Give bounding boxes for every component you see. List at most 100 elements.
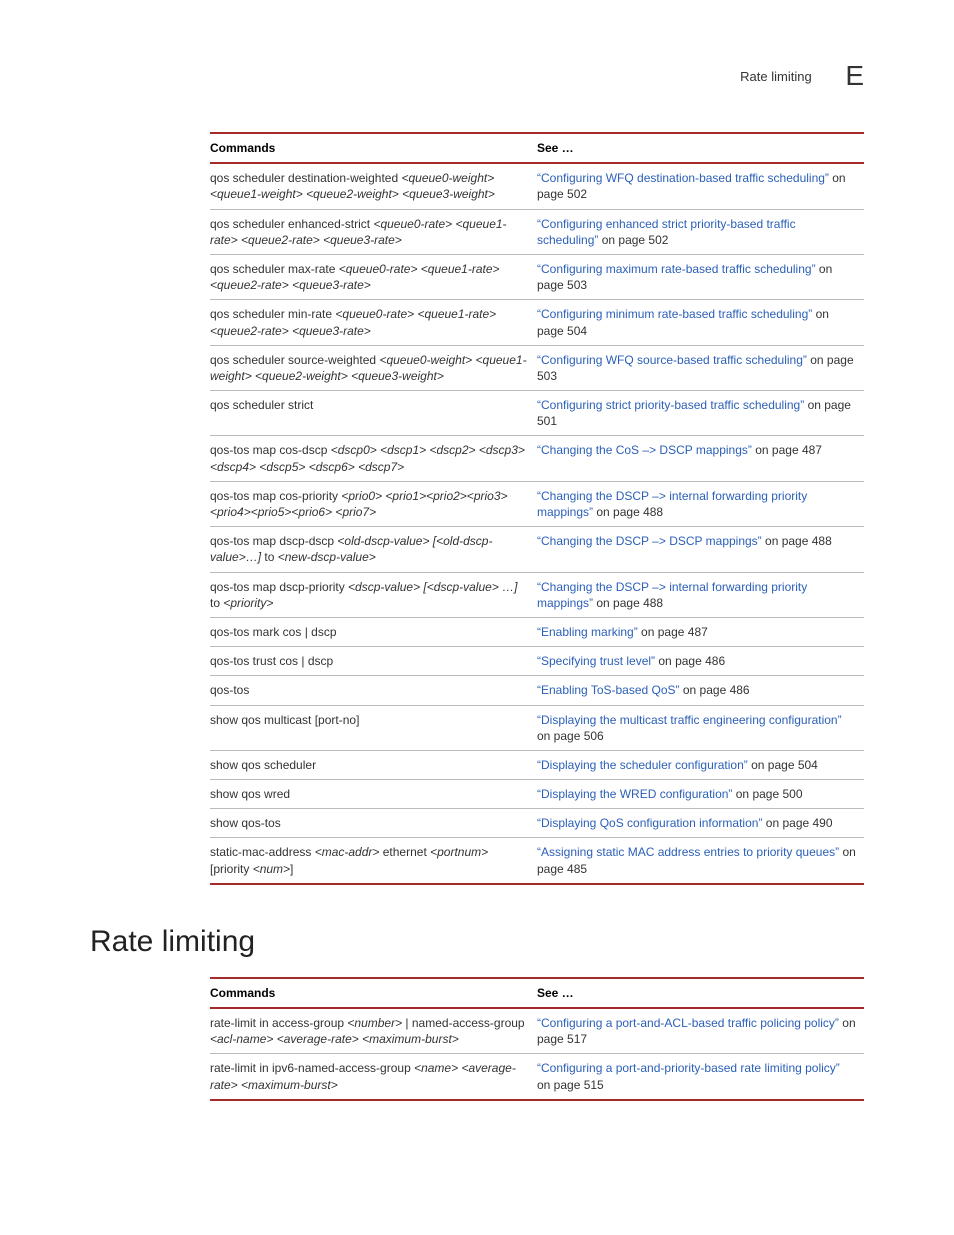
table-row: qos-tos“Enabling ToS-based QoS” on page … bbox=[210, 676, 864, 705]
cross-reference-link[interactable]: “Configuring WFQ source-based traffic sc… bbox=[537, 353, 807, 367]
command-cell: show qos scheduler bbox=[210, 750, 537, 779]
command-cell: qos scheduler destination-weighted <queu… bbox=[210, 163, 537, 209]
see-cell: “Configuring strict priority-based traff… bbox=[537, 391, 864, 436]
see-cell: “Changing the DSCP –> internal forwardin… bbox=[537, 572, 864, 617]
command-cell: qos-tos map dscp-dscp <old-dscp-value> [… bbox=[210, 527, 537, 572]
cross-reference-link[interactable]: “Displaying the multicast traffic engine… bbox=[537, 713, 842, 727]
cross-reference-link[interactable]: “Configuring minimum rate-based traffic … bbox=[537, 307, 812, 321]
cross-reference-link[interactable]: “Displaying the scheduler configuration” bbox=[537, 758, 748, 772]
command-cell: show qos multicast [port-no] bbox=[210, 705, 537, 750]
table-header-commands: Commands bbox=[210, 133, 537, 163]
page-reference: on page 500 bbox=[732, 787, 802, 801]
command-cell: rate-limit in ipv6-named-access-group <n… bbox=[210, 1054, 537, 1100]
table-header-see: See … bbox=[537, 978, 864, 1008]
table-row: static-mac-address <mac-addr> ethernet <… bbox=[210, 838, 864, 884]
table-row: qos scheduler destination-weighted <queu… bbox=[210, 163, 864, 209]
cross-reference-link[interactable]: “Enabling ToS-based QoS” bbox=[537, 683, 680, 697]
page-reference: on page 486 bbox=[655, 654, 725, 668]
command-cell: show qos wred bbox=[210, 780, 537, 809]
cross-reference-link[interactable]: “Configuring a port-and-priority-based r… bbox=[537, 1061, 840, 1075]
table-row: qos-tos map dscp-priority <dscp-value> [… bbox=[210, 572, 864, 617]
page-reference: on page 504 bbox=[748, 758, 818, 772]
command-cell: qos scheduler max-rate <queue0-rate> <qu… bbox=[210, 254, 537, 299]
table-row: qos-tos map cos-dscp <dscp0> <dscp1> <ds… bbox=[210, 436, 864, 481]
command-cell: rate-limit in access-group <number> | na… bbox=[210, 1008, 537, 1054]
cross-reference-link[interactable]: “Changing the DSCP –> DSCP mappings” bbox=[537, 534, 762, 548]
command-cell: qos-tos bbox=[210, 676, 537, 705]
page-reference: on page 488 bbox=[593, 596, 663, 610]
table-header-see: See … bbox=[537, 133, 864, 163]
page-reference: on page 487 bbox=[752, 443, 822, 457]
cross-reference-link[interactable]: “Specifying trust level” bbox=[537, 654, 655, 668]
see-cell: “Changing the CoS –> DSCP mappings” on p… bbox=[537, 436, 864, 481]
see-cell: “Displaying the WRED configuration” on p… bbox=[537, 780, 864, 809]
table-row: qos scheduler enhanced-strict <queue0-ra… bbox=[210, 209, 864, 254]
cross-reference-link[interactable]: “Assigning static MAC address entries to… bbox=[537, 845, 839, 859]
page-reference: on page 490 bbox=[762, 816, 832, 830]
table-header-commands: Commands bbox=[210, 978, 537, 1008]
command-cell: qos scheduler enhanced-strict <queue0-ra… bbox=[210, 209, 537, 254]
cross-reference-link[interactable]: “Configuring maximum rate-based traffic … bbox=[537, 262, 816, 276]
table-row: qos-tos map cos-priority <prio0> <prio1>… bbox=[210, 481, 864, 526]
cross-reference-link[interactable]: “Configuring WFQ destination-based traff… bbox=[537, 171, 829, 185]
command-cell: qos scheduler strict bbox=[210, 391, 537, 436]
table-row: rate-limit in access-group <number> | na… bbox=[210, 1008, 864, 1054]
see-cell: “Assigning static MAC address entries to… bbox=[537, 838, 864, 884]
section-heading-rate-limiting: Rate limiting bbox=[90, 925, 864, 959]
table-row: qos scheduler min-rate <queue0-rate> <qu… bbox=[210, 300, 864, 345]
cross-reference-link[interactable]: “Enabling marking” bbox=[537, 625, 638, 639]
see-cell: “Configuring enhanced strict priority-ba… bbox=[537, 209, 864, 254]
table-row: qos-tos map dscp-dscp <old-dscp-value> [… bbox=[210, 527, 864, 572]
see-cell: “Displaying the multicast traffic engine… bbox=[537, 705, 864, 750]
table-row: show qos-tos“Displaying QoS configuratio… bbox=[210, 809, 864, 838]
page-header: Rate limiting E bbox=[90, 60, 864, 92]
cross-reference-link[interactable]: “Displaying the WRED configuration” bbox=[537, 787, 732, 801]
cross-reference-link[interactable]: “Configuring a port-and-ACL-based traffi… bbox=[537, 1016, 839, 1030]
table-row: qos scheduler source-weighted <queue0-we… bbox=[210, 345, 864, 390]
command-cell: qos scheduler source-weighted <queue0-we… bbox=[210, 345, 537, 390]
see-cell: “Specifying trust level” on page 486 bbox=[537, 647, 864, 676]
see-cell: “Configuring WFQ destination-based traff… bbox=[537, 163, 864, 209]
see-cell: “Displaying the scheduler configuration”… bbox=[537, 750, 864, 779]
see-cell: “Configuring minimum rate-based traffic … bbox=[537, 300, 864, 345]
table-row: qos scheduler strict“Configuring strict … bbox=[210, 391, 864, 436]
see-cell: “Configuring a port-and-ACL-based traffi… bbox=[537, 1008, 864, 1054]
page-reference: on page 486 bbox=[680, 683, 750, 697]
see-cell: “Changing the DSCP –> internal forwardin… bbox=[537, 481, 864, 526]
see-cell: “Enabling marking” on page 487 bbox=[537, 617, 864, 646]
table-row: show qos wred“Displaying the WRED config… bbox=[210, 780, 864, 809]
command-cell: qos-tos map dscp-priority <dscp-value> [… bbox=[210, 572, 537, 617]
command-cell: qos-tos map cos-priority <prio0> <prio1>… bbox=[210, 481, 537, 526]
command-cell: show qos-tos bbox=[210, 809, 537, 838]
page-reference: on page 488 bbox=[762, 534, 832, 548]
see-cell: “Changing the DSCP –> DSCP mappings” on … bbox=[537, 527, 864, 572]
table-row: qos-tos trust cos | dscp“Specifying trus… bbox=[210, 647, 864, 676]
table-row: rate-limit in ipv6-named-access-group <n… bbox=[210, 1054, 864, 1100]
commands-table-rate-limiting: Commands See … rate-limit in access-grou… bbox=[210, 977, 864, 1101]
commands-table-qos: Commands See … qos scheduler destination… bbox=[210, 132, 864, 885]
header-section-label: Rate limiting bbox=[740, 69, 812, 84]
page-reference: on page 506 bbox=[537, 729, 604, 743]
see-cell: “Configuring WFQ source-based traffic sc… bbox=[537, 345, 864, 390]
command-cell: qos-tos mark cos | dscp bbox=[210, 617, 537, 646]
cross-reference-link[interactable]: “Changing the DSCP –> internal forwardin… bbox=[537, 580, 807, 610]
table-row: qos scheduler max-rate <queue0-rate> <qu… bbox=[210, 254, 864, 299]
see-cell: “Configuring a port-and-priority-based r… bbox=[537, 1054, 864, 1100]
cross-reference-link[interactable]: “Changing the DSCP –> internal forwardin… bbox=[537, 489, 807, 519]
see-cell: “Displaying QoS configuration informatio… bbox=[537, 809, 864, 838]
cross-reference-link[interactable]: “Configuring strict priority-based traff… bbox=[537, 398, 804, 412]
command-cell: static-mac-address <mac-addr> ethernet <… bbox=[210, 838, 537, 884]
cross-reference-link[interactable]: “Changing the CoS –> DSCP mappings” bbox=[537, 443, 752, 457]
command-cell: qos scheduler min-rate <queue0-rate> <qu… bbox=[210, 300, 537, 345]
command-cell: qos-tos trust cos | dscp bbox=[210, 647, 537, 676]
page-reference: on page 515 bbox=[537, 1078, 604, 1092]
table-row: qos-tos mark cos | dscp“Enabling marking… bbox=[210, 617, 864, 646]
page-reference: on page 488 bbox=[593, 505, 663, 519]
see-cell: “Configuring maximum rate-based traffic … bbox=[537, 254, 864, 299]
table-row: show qos scheduler“Displaying the schedu… bbox=[210, 750, 864, 779]
table-row: show qos multicast [port-no]“Displaying … bbox=[210, 705, 864, 750]
see-cell: “Enabling ToS-based QoS” on page 486 bbox=[537, 676, 864, 705]
page-reference: on page 487 bbox=[638, 625, 708, 639]
cross-reference-link[interactable]: “Displaying QoS configuration informatio… bbox=[537, 816, 762, 830]
page-reference: on page 502 bbox=[598, 233, 668, 247]
